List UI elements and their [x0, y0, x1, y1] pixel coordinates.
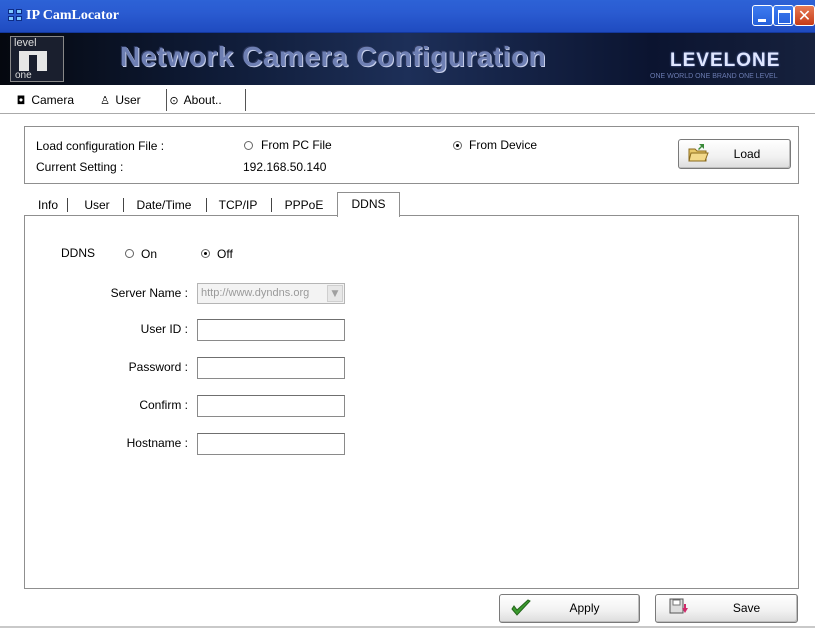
load-button[interactable]: Load: [678, 139, 791, 169]
tab-info[interactable]: Info: [28, 194, 68, 216]
from-device-label[interactable]: From Device: [469, 138, 537, 152]
current-setting-value: 192.168.50.140: [243, 160, 327, 174]
user-id-label: User ID :: [140, 322, 188, 336]
close-button[interactable]: ✕: [794, 5, 815, 26]
user-icon: ♙: [100, 94, 110, 107]
app-icon: [8, 9, 24, 23]
hostname-input[interactable]: [197, 433, 345, 455]
tab-about[interactable]: ⊙ About..: [166, 89, 246, 111]
folder-open-icon: [688, 144, 709, 162]
tab-camera[interactable]: ◘ Camera: [14, 89, 92, 111]
banner-title: Network Camera Configuration: [120, 41, 547, 72]
hostname-label: Hostname :: [126, 436, 188, 450]
banner: level one Network Camera Configuration L…: [0, 33, 815, 85]
brand-tagline: ONE WORLD ONE BRAND ONE LEVEL: [650, 73, 778, 80]
user-id-input[interactable]: [197, 319, 345, 341]
load-config-label: Load configuration File :: [36, 139, 165, 153]
password-label: Password :: [128, 360, 188, 374]
minimize-button[interactable]: [752, 5, 773, 26]
tab-ddns[interactable]: DDNS: [337, 192, 400, 217]
window-title: IP CamLocator: [26, 8, 119, 23]
info-icon: ⊙: [169, 94, 179, 107]
tab-user[interactable]: ♙ User: [98, 89, 166, 111]
tab-pppoe[interactable]: PPPoE: [278, 194, 330, 216]
save-button[interactable]: Save: [655, 594, 798, 623]
confirm-input[interactable]: [197, 395, 345, 417]
server-name-label: Server Name :: [110, 286, 188, 300]
ddns-off-label[interactable]: Off: [217, 247, 233, 261]
ddns-off-radio[interactable]: [201, 249, 210, 258]
server-name-select[interactable]: http://www.dyndns.org ▼: [197, 283, 345, 304]
maximize-button[interactable]: [773, 5, 794, 26]
title-bar[interactable]: IP CamLocator ✕: [0, 0, 815, 33]
chevron-down-icon[interactable]: ▼: [327, 285, 343, 302]
levelone-logo: level one: [10, 36, 64, 82]
from-pc-label[interactable]: From PC File: [261, 138, 332, 152]
tab-user-settings[interactable]: User: [77, 194, 117, 216]
ddns-on-radio[interactable]: [125, 249, 134, 258]
confirm-label: Confirm :: [139, 398, 188, 412]
ddns-label: DDNS: [61, 246, 96, 260]
camera-icon: ◘: [16, 94, 26, 107]
load-config-group: Load configuration File : Current Settin…: [24, 126, 799, 184]
from-device-radio[interactable]: [453, 141, 462, 150]
tab-tcpip[interactable]: TCP/IP: [212, 194, 264, 216]
main-tabs: ◘ Camera ♙ User ⊙ About..: [0, 85, 815, 114]
close-icon: ✕: [797, 6, 812, 25]
password-input[interactable]: [197, 357, 345, 379]
ddns-on-label[interactable]: On: [141, 247, 157, 261]
current-setting-label: Current Setting :: [36, 160, 124, 174]
apply-button[interactable]: Apply: [499, 594, 640, 623]
tab-datetime[interactable]: Date/Time: [129, 194, 199, 216]
from-pc-radio[interactable]: [244, 141, 253, 150]
settings-tabs: Info User Date/Time TCP/IP PPPoE DDNS: [24, 192, 799, 217]
brand-name: LEVELONE: [670, 50, 781, 71]
